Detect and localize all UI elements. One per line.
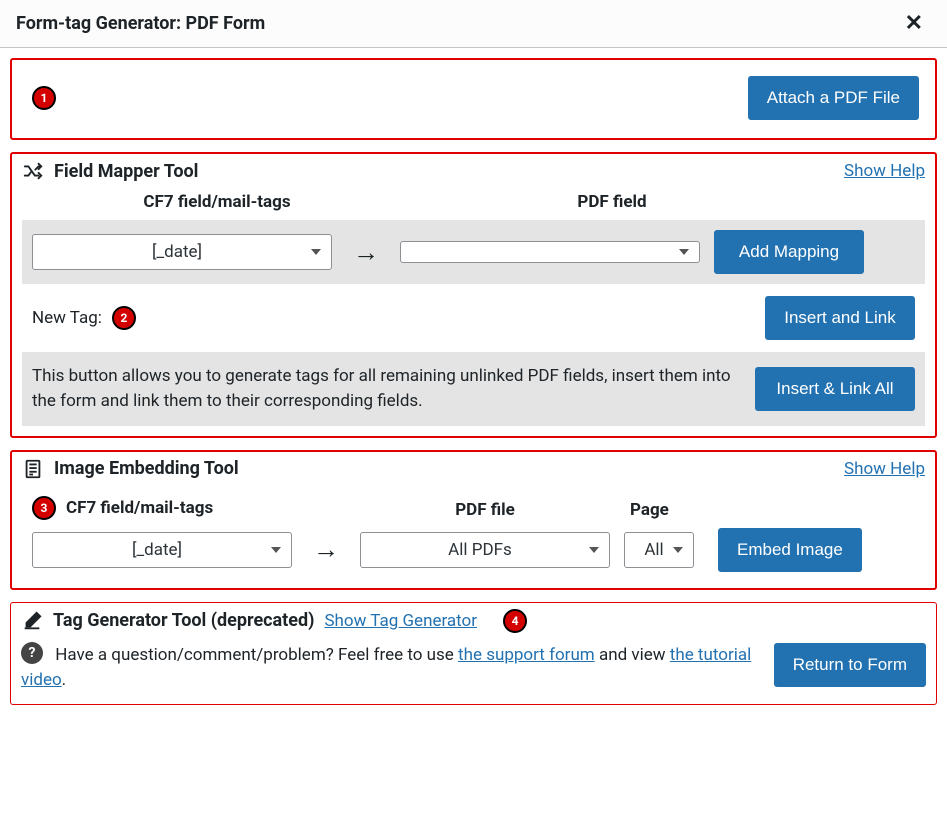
question-icon: ? [21,642,43,664]
embed-cf7-select-value: [_date] [43,540,271,560]
embed-col-pdf-label: PDF file [360,500,610,520]
embed-col-page-label: Page [624,500,694,520]
pdf-field-select[interactable] [400,241,700,263]
mapper-column-labels: CF7 field/mail-tags PDF field [22,192,925,220]
chevron-down-icon [271,547,281,553]
chevron-down-icon [679,249,689,255]
dialog-title: Form-tag Generator: PDF Form [16,13,265,34]
insert-and-link-button[interactable]: Insert and Link [765,296,915,340]
arrow-right-icon: → [306,534,346,565]
dialog-content: 1 Attach a PDF File Field Mapper Tool Sh… [0,48,947,727]
mapper-select-row: [_date] → Add Mapping [22,220,925,284]
image-embedding-title: Image Embedding Tool [22,458,239,480]
link-all-row: This button allows you to generate tags … [22,352,925,425]
field-mapper-help-link[interactable]: Show Help [844,161,925,181]
new-tag-row: New Tag: 2 Insert and Link [22,284,925,352]
embed-column-labels: 3 CF7 field/mail-tags PDF file Page [22,490,925,528]
tag-generator-panel: Tag Generator Tool (deprecated) Show Tag… [10,602,937,705]
field-mapper-title: Field Mapper Tool [22,160,198,182]
chevron-down-icon [311,249,321,255]
help-text: ? Have a question/comment/problem? Feel … [21,643,754,694]
tag-generator-header: Tag Generator Tool (deprecated) Show Tag… [21,609,926,633]
close-icon[interactable]: ✕ [897,7,931,40]
annotation-badge-1: 1 [32,86,56,110]
add-mapping-button[interactable]: Add Mapping [714,230,864,274]
annotation-badge-3: 3 [32,496,56,520]
help-suffix: . [62,670,66,690]
image-embedding-help-link[interactable]: Show Help [844,459,925,479]
attach-pdf-button[interactable]: Attach a PDF File [748,76,919,120]
arrow-right-icon: → [346,237,386,268]
return-to-form-button[interactable]: Return to Form [774,643,926,687]
insert-link-all-button[interactable]: Insert & Link All [755,367,915,411]
image-embedding-header: Image Embedding Tool Show Help [22,458,925,480]
embed-pdf-select[interactable]: All PDFs [360,532,610,568]
field-mapper-panel: Field Mapper Tool Show Help CF7 field/ma… [10,152,937,437]
link-all-description: This button allows you to generate tags … [32,364,735,413]
help-prefix: Have a question/comment/problem? Feel fr… [55,645,458,665]
image-embedding-panel: Image Embedding Tool Show Help 3 CF7 fie… [10,450,937,590]
cf7-field-select-value: [_date] [43,242,311,262]
embed-select-row: [_date] → All PDFs All Embed Image [22,528,925,578]
new-tag-label: New Tag: [32,308,102,328]
embed-image-button[interactable]: Embed Image [718,528,862,572]
chevron-down-icon [589,547,599,553]
attach-row: 1 Attach a PDF File [22,66,925,128]
annotation-badge-2: 2 [112,306,136,330]
embed-page-select[interactable]: All [624,532,694,568]
annotation-badge-4: 4 [503,609,527,633]
image-embedding-title-text: Image Embedding Tool [54,458,239,479]
dialog-header: Form-tag Generator: PDF Form ✕ [0,0,947,48]
mapper-col-pdf-label: PDF field [462,192,762,212]
edit-icon [21,610,43,632]
field-mapper-header: Field Mapper Tool Show Help [22,160,925,182]
help-row: ? Have a question/comment/problem? Feel … [21,643,926,694]
embed-pdf-select-value: All PDFs [371,540,589,560]
mapper-col-cf7-label: CF7 field/mail-tags [32,192,402,212]
attach-panel: 1 Attach a PDF File [10,58,937,140]
chevron-down-icon [673,547,683,553]
cf7-field-select[interactable]: [_date] [32,234,332,270]
show-tag-generator-link[interactable]: Show Tag Generator [324,611,477,631]
support-forum-link[interactable]: the support forum [458,645,595,665]
tag-generator-title: Tag Generator Tool (deprecated) [53,610,314,631]
embed-cf7-select[interactable]: [_date] [32,532,292,568]
embed-col-cf7-label: CF7 field/mail-tags [66,498,213,518]
document-icon [22,458,44,480]
field-mapper-title-text: Field Mapper Tool [54,161,198,182]
shuffle-icon [22,160,44,182]
help-mid: and view [595,645,670,665]
embed-page-select-value: All [635,540,673,560]
